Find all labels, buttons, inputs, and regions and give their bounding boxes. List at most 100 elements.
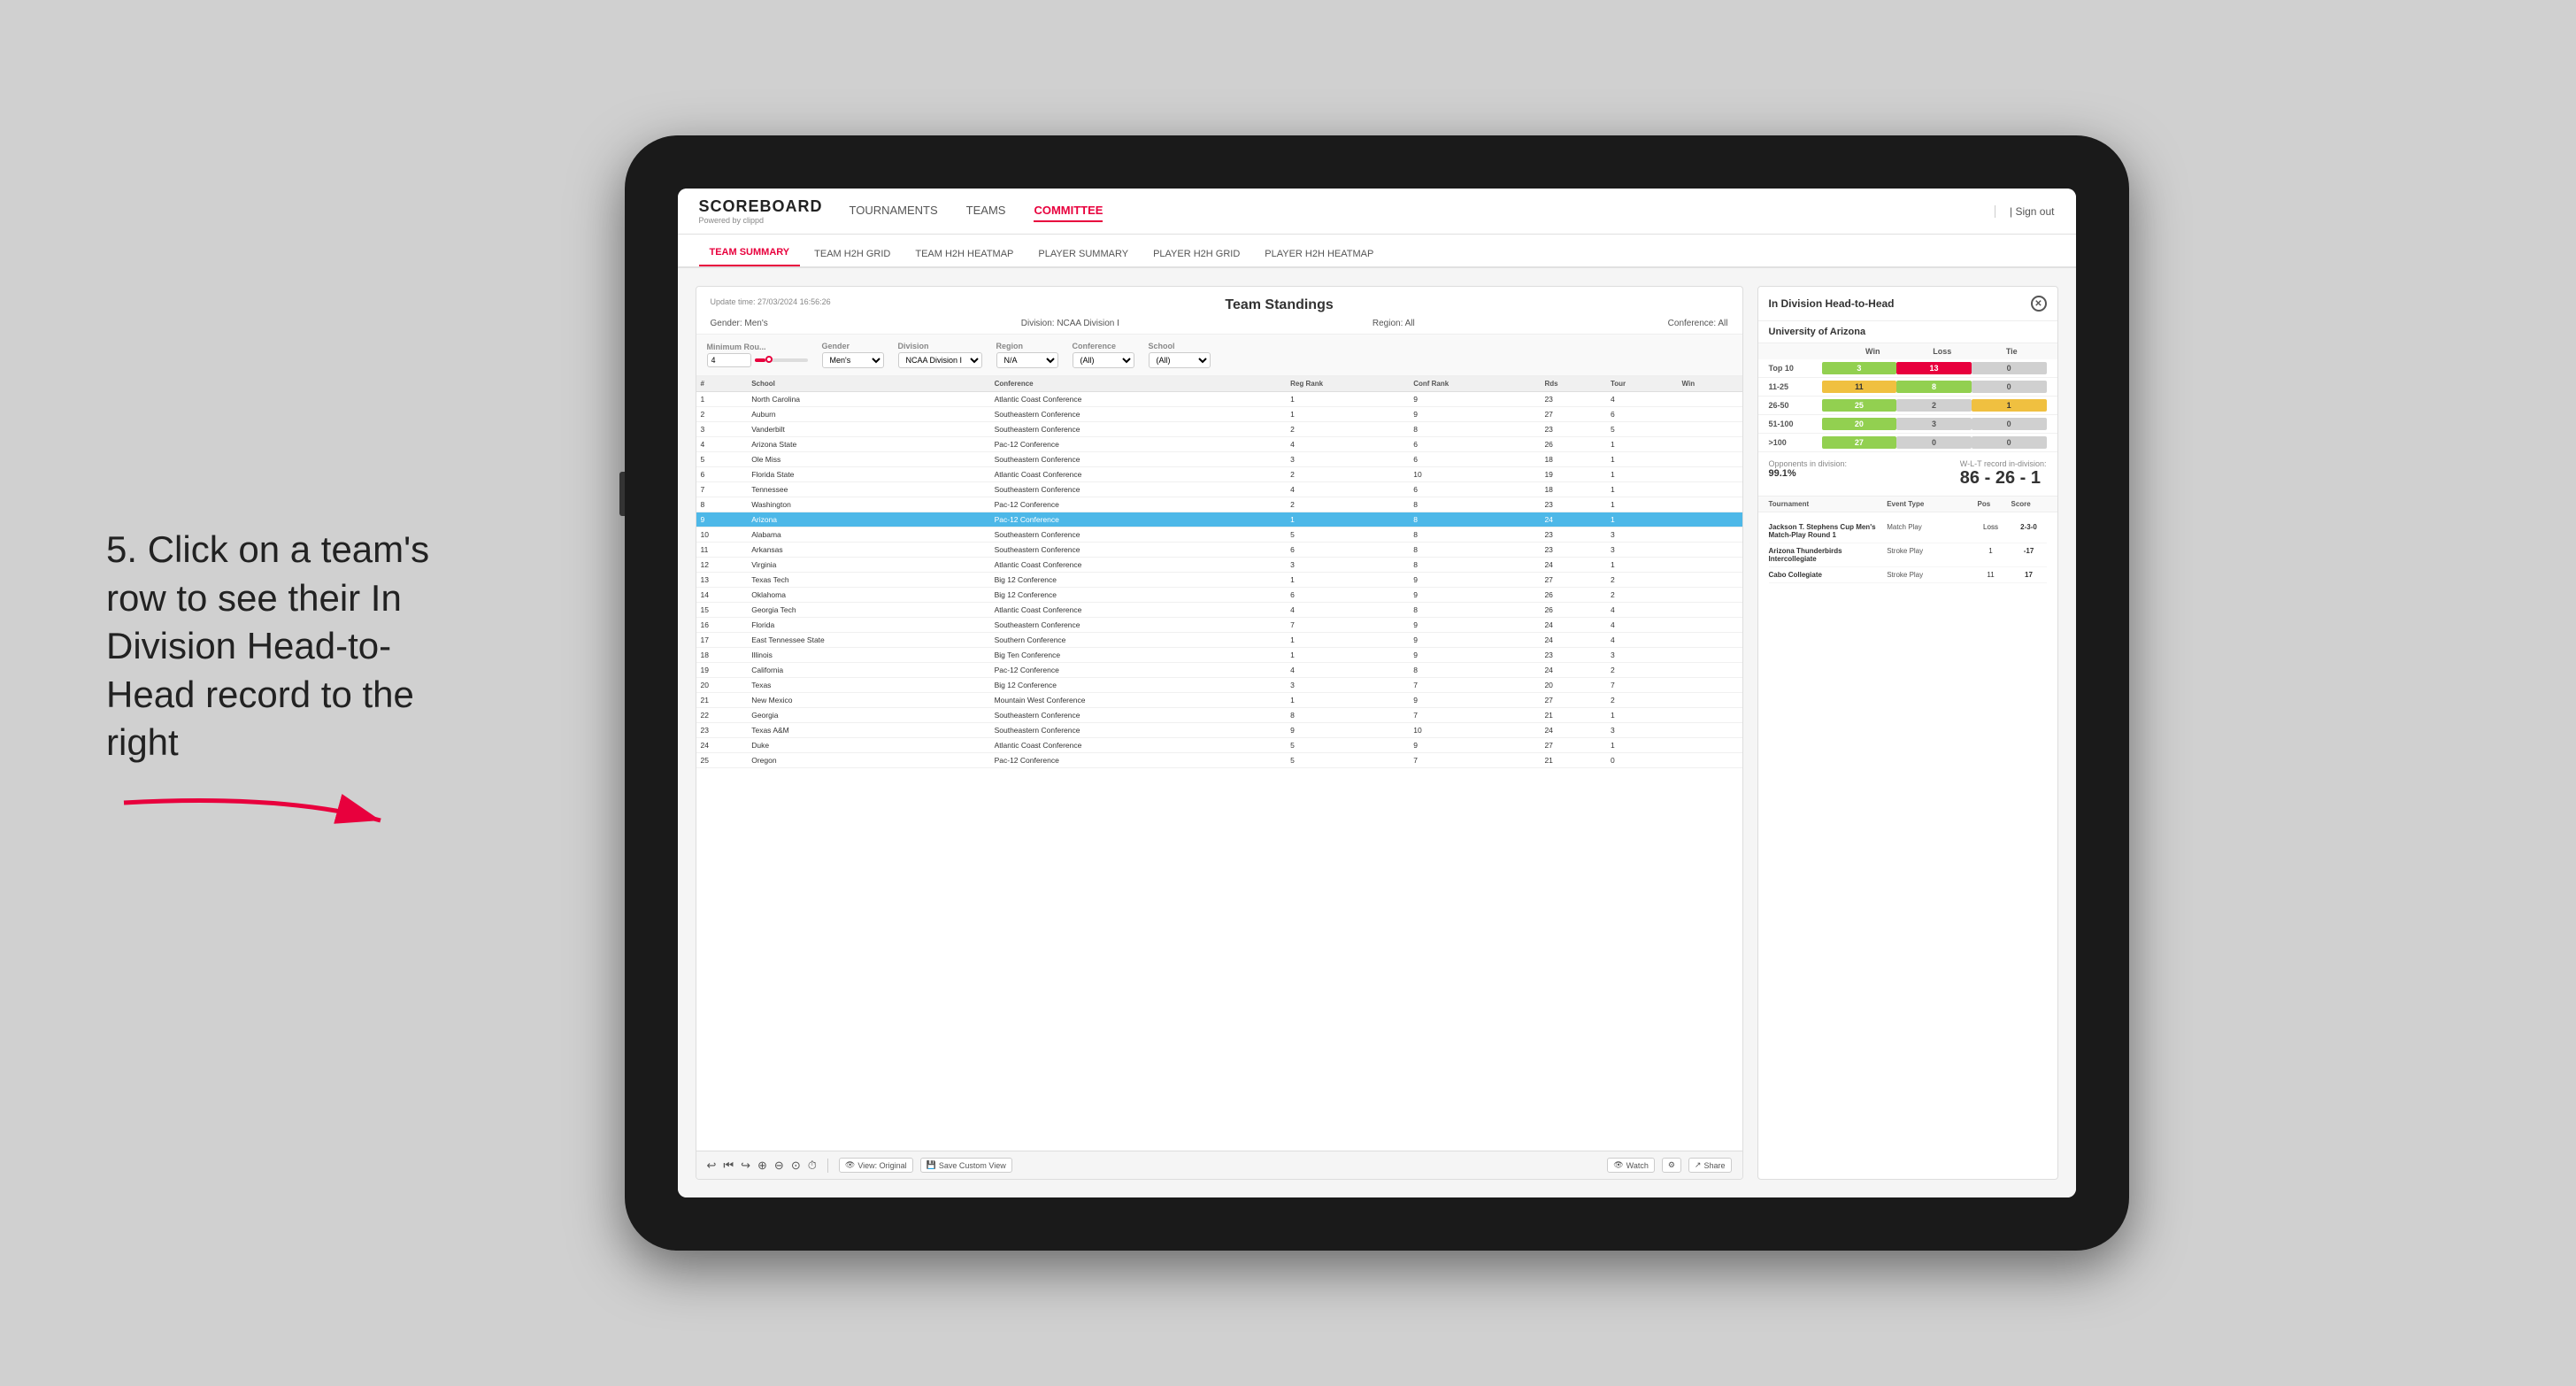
cell-reg-rank: 3 xyxy=(1286,558,1409,573)
cell-conference: Atlantic Coast Conference xyxy=(990,558,1287,573)
conference-select[interactable]: (All) xyxy=(1073,352,1134,368)
cell-reg-rank: 5 xyxy=(1286,753,1409,768)
table-row[interactable]: 21 New Mexico Mountain West Conference 1… xyxy=(696,693,1742,708)
cell-school: Ole Miss xyxy=(747,452,989,467)
save-custom-btn[interactable]: 💾 Save Custom View xyxy=(920,1158,1012,1173)
h2h-tournaments: Jackson T. Stephens Cup Men's Match-Play… xyxy=(1758,512,2057,1179)
h2h-close-btn[interactable]: ✕ xyxy=(2031,296,2047,312)
col-event-type: Event Type xyxy=(1887,500,1970,508)
h2h-tie-cell: 1 xyxy=(1972,399,2047,412)
table-row[interactable]: 10 Alabama Southeastern Conference 5 8 2… xyxy=(696,527,1742,543)
tab-team-summary[interactable]: TEAM SUMMARY xyxy=(699,240,801,266)
settings-btn[interactable]: ⚙ xyxy=(1662,1158,1681,1173)
table-row[interactable]: 9 Arizona Pac-12 Conference 1 8 24 1 xyxy=(696,512,1742,527)
logo-area: SCOREBOARD Powered by clippd xyxy=(699,197,823,225)
table-row[interactable]: 12 Virginia Atlantic Coast Conference 3 … xyxy=(696,558,1742,573)
school-select[interactable]: (All) xyxy=(1149,352,1211,368)
h2h-opp-left: Opponents in division: 99.1% xyxy=(1769,459,1848,489)
table-row[interactable]: 18 Illinois Big Ten Conference 1 9 23 3 xyxy=(696,648,1742,663)
nav-items: TOURNAMENTS TEAMS COMMITTEE xyxy=(850,200,1995,222)
nav-teams[interactable]: TEAMS xyxy=(966,200,1006,222)
tab-team-h2h-heatmap[interactable]: TEAM H2H HEATMAP xyxy=(904,242,1024,266)
cell-conference: Southeastern Conference xyxy=(990,543,1287,558)
cell-conference: Southeastern Conference xyxy=(990,407,1287,422)
gender-select[interactable]: Men's Women's xyxy=(822,352,884,368)
cell-tour: 1 xyxy=(1606,558,1678,573)
cell-tour: 1 xyxy=(1606,452,1678,467)
cell-tour: 4 xyxy=(1606,392,1678,407)
cell-reg-rank: 4 xyxy=(1286,437,1409,452)
table-row[interactable]: 5 Ole Miss Southeastern Conference 3 6 1… xyxy=(696,452,1742,467)
cell-school: Texas A&M xyxy=(747,723,989,738)
h2h-range: Top 10 xyxy=(1769,364,1822,373)
sign-out-button[interactable]: | Sign out xyxy=(1995,205,2055,218)
cell-win xyxy=(1678,633,1742,648)
table-row[interactable]: 24 Duke Atlantic Coast Conference 5 9 27… xyxy=(696,738,1742,753)
h2h-tie-cell: 0 xyxy=(1972,418,2047,430)
tab-player-h2h-heatmap[interactable]: PLAYER H2H HEATMAP xyxy=(1254,242,1384,266)
tab-player-summary[interactable]: PLAYER SUMMARY xyxy=(1027,242,1139,266)
table-row[interactable]: 4 Arizona State Pac-12 Conference 4 6 26… xyxy=(696,437,1742,452)
tourn-score: -17 xyxy=(2011,547,2047,563)
cell-num: 9 xyxy=(696,512,748,527)
redo-icon[interactable]: ↪ xyxy=(741,1159,750,1173)
cell-conf-rank: 9 xyxy=(1409,407,1540,422)
share-btn[interactable]: ↗ Share xyxy=(1688,1158,1732,1173)
filter-division: Division NCAA Division I xyxy=(898,342,982,368)
cell-rds: 27 xyxy=(1540,693,1605,708)
table-row[interactable]: 1 North Carolina Atlantic Coast Conferen… xyxy=(696,392,1742,407)
view-original-btn[interactable]: 👁 View: Original xyxy=(839,1158,913,1173)
table-row[interactable]: 15 Georgia Tech Atlantic Coast Conferenc… xyxy=(696,603,1742,618)
table-row[interactable]: 17 East Tennessee State Southern Confere… xyxy=(696,633,1742,648)
time-icon[interactable]: ⏱ xyxy=(808,1159,817,1173)
table-row[interactable]: 7 Tennessee Southeastern Conference 4 6 … xyxy=(696,482,1742,497)
h2h-team-name: University of Arizona xyxy=(1758,321,2057,343)
cell-conference: Pac-12 Conference xyxy=(990,497,1287,512)
cell-school: Auburn xyxy=(747,407,989,422)
table-row[interactable]: 20 Texas Big 12 Conference 3 7 20 7 xyxy=(696,678,1742,693)
cell-num: 6 xyxy=(696,467,748,482)
tab-team-h2h-grid[interactable]: TEAM H2H GRID xyxy=(804,242,901,266)
top-nav: SCOREBOARD Powered by clippd TOURNAMENTS… xyxy=(678,189,2076,235)
table-row[interactable]: 22 Georgia Southeastern Conference 8 7 2… xyxy=(696,708,1742,723)
tab-player-h2h-grid[interactable]: PLAYER H2H GRID xyxy=(1142,242,1250,266)
cell-tour: 3 xyxy=(1606,527,1678,543)
table-row[interactable]: 6 Florida State Atlantic Coast Conferenc… xyxy=(696,467,1742,482)
step-back-icon[interactable]: ⏮ xyxy=(723,1159,734,1173)
filter-school: School (All) xyxy=(1149,342,1211,368)
tourn-pos: 1 xyxy=(1978,547,2004,563)
zoom-icon[interactable]: ⊙ xyxy=(791,1159,801,1173)
table-row[interactable]: 23 Texas A&M Southeastern Conference 9 1… xyxy=(696,723,1742,738)
table-row[interactable]: 16 Florida Southeastern Conference 7 9 2… xyxy=(696,618,1742,633)
tournament-row: Cabo Collegiate Stroke Play 11 17 xyxy=(1769,567,2047,583)
table-row[interactable]: 25 Oregon Pac-12 Conference 5 7 21 0 xyxy=(696,753,1742,768)
add-icon[interactable]: ⊕ xyxy=(757,1159,767,1173)
tourn-score: 17 xyxy=(2011,571,2047,579)
cell-conference: Big Ten Conference xyxy=(990,648,1287,663)
col-pos: Pos xyxy=(1978,500,2004,508)
cell-tour: 4 xyxy=(1606,633,1678,648)
table-row[interactable]: 13 Texas Tech Big 12 Conference 1 9 27 2 xyxy=(696,573,1742,588)
cell-tour: 2 xyxy=(1606,693,1678,708)
division-select[interactable]: NCAA Division I xyxy=(898,352,982,368)
remove-icon[interactable]: ⊖ xyxy=(774,1159,784,1173)
min-rounds-input[interactable] xyxy=(707,353,751,367)
rounds-slider[interactable] xyxy=(755,358,808,362)
cell-reg-rank: 1 xyxy=(1286,392,1409,407)
table-row[interactable]: 14 Oklahoma Big 12 Conference 6 9 26 2 xyxy=(696,588,1742,603)
nav-committee[interactable]: COMMITTEE xyxy=(1034,200,1103,222)
table-row[interactable]: 11 Arkansas Southeastern Conference 6 8 … xyxy=(696,543,1742,558)
table-row[interactable]: 19 California Pac-12 Conference 4 8 24 2 xyxy=(696,663,1742,678)
undo-icon[interactable]: ↩ xyxy=(707,1159,717,1173)
table-row[interactable]: 3 Vanderbilt Southeastern Conference 2 8… xyxy=(696,422,1742,437)
cell-conf-rank: 9 xyxy=(1409,588,1540,603)
table-row[interactable]: 8 Washington Pac-12 Conference 2 8 23 1 xyxy=(696,497,1742,512)
table-row[interactable]: 2 Auburn Southeastern Conference 1 9 27 … xyxy=(696,407,1742,422)
watch-btn[interactable]: 👁 Watch xyxy=(1607,1158,1655,1173)
h2h-range-header xyxy=(1769,347,1839,356)
cell-win xyxy=(1678,467,1742,482)
share-icon: ↗ xyxy=(1695,1160,1702,1170)
nav-tournaments[interactable]: TOURNAMENTS xyxy=(850,200,938,222)
tourn-score: 2-3-0 xyxy=(2011,523,2047,539)
region-select[interactable]: N/A xyxy=(996,352,1058,368)
